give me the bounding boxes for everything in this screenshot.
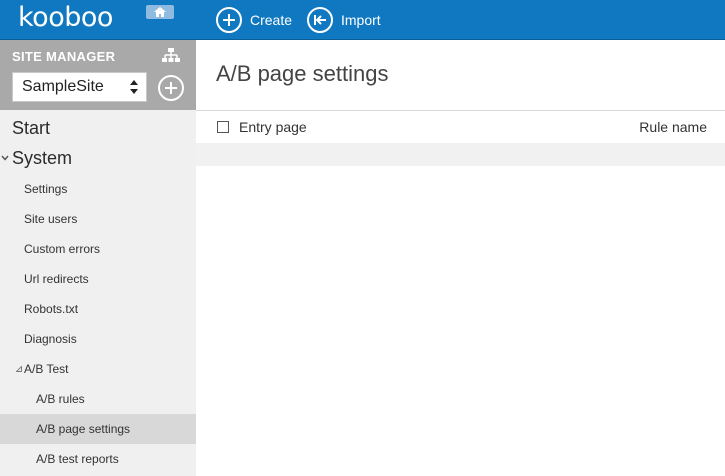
sidebar-item-custom-errors[interactable]: Custom errors bbox=[0, 234, 196, 264]
site-select[interactable]: SampleSite bbox=[12, 72, 147, 102]
column-header-rule-name[interactable]: Rule name bbox=[639, 119, 707, 135]
sitemap-icon[interactable] bbox=[162, 48, 180, 64]
create-button[interactable]: Create bbox=[216, 7, 292, 33]
column-header-entry-page[interactable]: Entry page bbox=[239, 119, 307, 135]
plus-circle-icon bbox=[216, 7, 242, 33]
sidebar-item-ab-test-reports[interactable]: A/B test reports bbox=[0, 444, 196, 474]
import-button-label: Import bbox=[341, 12, 381, 28]
home-button[interactable] bbox=[146, 5, 174, 19]
sidebar: SITE MANAGER SampleSite Start System Set… bbox=[0, 40, 196, 476]
select-all-checkbox[interactable] bbox=[217, 121, 229, 133]
sidebar-item-ab-page-settings[interactable]: A/B page settings bbox=[0, 414, 196, 444]
sidebar-item-system[interactable]: System bbox=[0, 143, 196, 173]
sidebar-item-start[interactable]: Start bbox=[0, 113, 196, 143]
sidebar-item-label: A/B test reports bbox=[36, 452, 119, 466]
main-content: A/B page settings Entry page Rule name bbox=[196, 40, 725, 476]
sidebar-item-label: Custom errors bbox=[24, 242, 101, 256]
sidebar-item-url-redirects[interactable]: Url redirects bbox=[0, 264, 196, 294]
create-button-label: Create bbox=[250, 12, 293, 28]
add-site-button[interactable] bbox=[158, 75, 184, 101]
kooboo-logo[interactable]: kooboo bbox=[18, 2, 113, 33]
sidebar-item-robots[interactable]: Robots.txt bbox=[0, 294, 196, 324]
site-manager-header: SITE MANAGER SampleSite bbox=[0, 40, 196, 110]
chevron-down-icon[interactable] bbox=[1, 155, 9, 161]
sidebar-item-label: Robots.txt bbox=[24, 302, 79, 316]
sidebar-item-label: Url redirects bbox=[24, 272, 89, 286]
select-arrows-icon bbox=[130, 80, 138, 94]
sidebar-item-label: A/B Test bbox=[24, 362, 69, 376]
sidebar-item-settings[interactable]: Settings bbox=[0, 174, 196, 204]
sidebar-item-label: Start bbox=[12, 117, 51, 138]
import-button[interactable]: Import bbox=[307, 7, 381, 33]
empty-table-row bbox=[196, 143, 725, 166]
table-header: Entry page Rule name bbox=[196, 111, 725, 143]
sidebar-item-label: System bbox=[12, 147, 73, 168]
sidebar-item-label: A/B page settings bbox=[36, 422, 131, 436]
sidebar-item-site-users[interactable]: Site users bbox=[0, 204, 196, 234]
top-bar: kooboo Create Import bbox=[0, 0, 725, 40]
sidebar-item-label: A/B rules bbox=[36, 392, 85, 406]
sidebar-item-label: Settings bbox=[24, 182, 68, 196]
sidebar-item-ab-test[interactable]: A/B Test bbox=[0, 354, 196, 384]
plus-circle-icon bbox=[165, 82, 177, 94]
site-manager-label: SITE MANAGER bbox=[12, 49, 116, 64]
sidebar-item-ab-rules[interactable]: A/B rules bbox=[0, 384, 196, 414]
expanded-triangle-icon[interactable] bbox=[16, 366, 22, 372]
sidebar-item-diagnosis[interactable]: Diagnosis bbox=[0, 324, 196, 354]
sidebar-item-label: Site users bbox=[24, 212, 78, 226]
sidebar-item-label: Diagnosis bbox=[24, 332, 77, 346]
import-circle-icon bbox=[307, 7, 333, 33]
page-title: A/B page settings bbox=[216, 61, 389, 86]
site-select-value: SampleSite bbox=[22, 78, 104, 95]
home-icon bbox=[154, 7, 166, 17]
